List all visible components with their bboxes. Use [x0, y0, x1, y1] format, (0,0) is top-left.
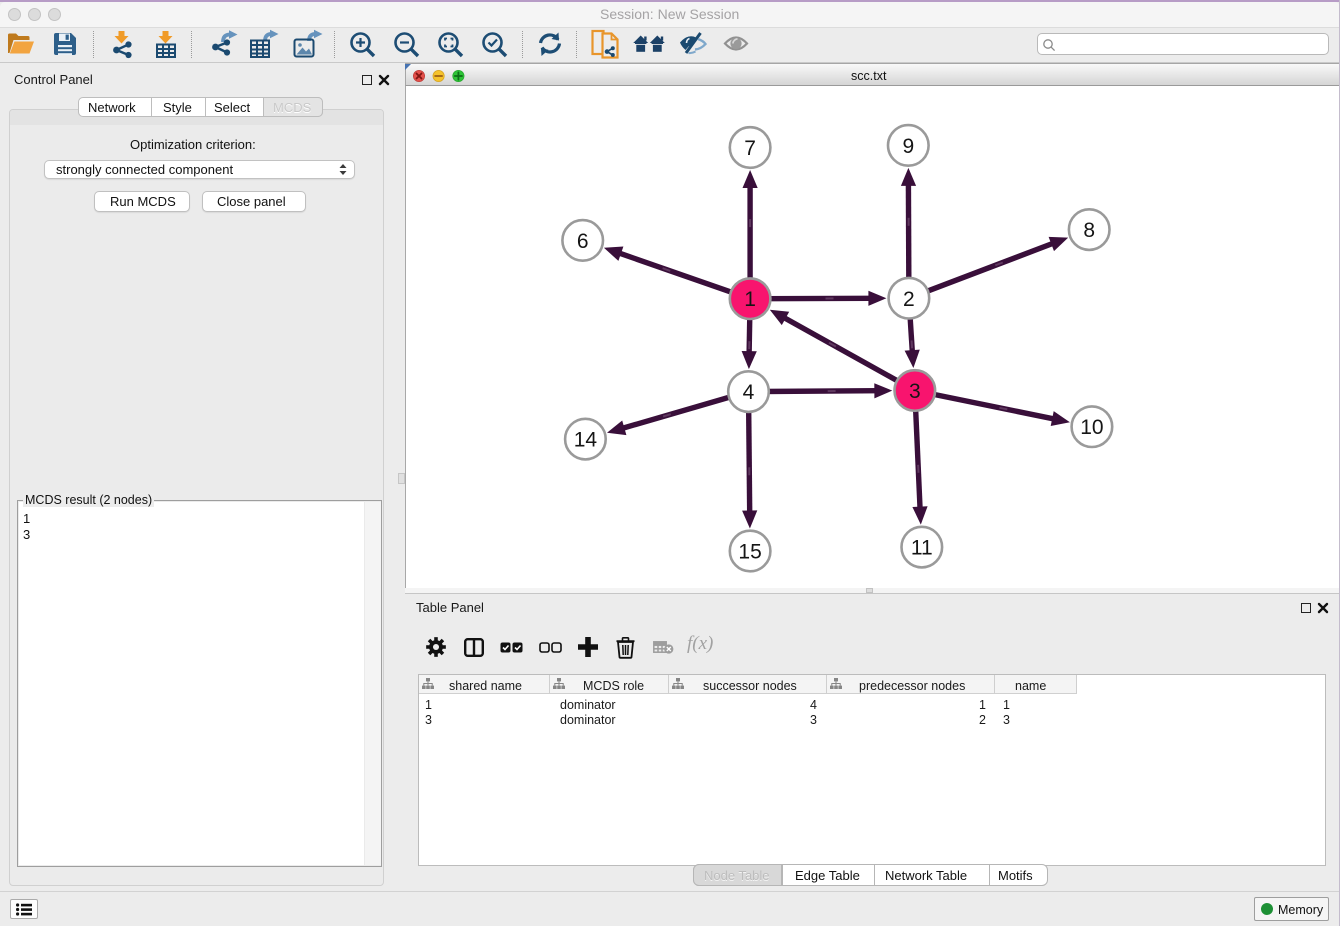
svg-text:4: 4: [743, 381, 755, 404]
svg-text:6: 6: [577, 230, 589, 253]
svg-text:2: 2: [903, 288, 915, 311]
svg-text:1: 1: [744, 288, 756, 311]
svg-text:7: 7: [744, 137, 756, 160]
svg-text:15: 15: [738, 541, 761, 564]
svg-text:3: 3: [909, 380, 921, 403]
svg-text:10: 10: [1080, 416, 1103, 439]
svg-text:14: 14: [574, 429, 598, 452]
svg-text:8: 8: [1083, 219, 1095, 242]
svg-text:11: 11: [911, 537, 933, 560]
svg-text:9: 9: [902, 135, 914, 158]
